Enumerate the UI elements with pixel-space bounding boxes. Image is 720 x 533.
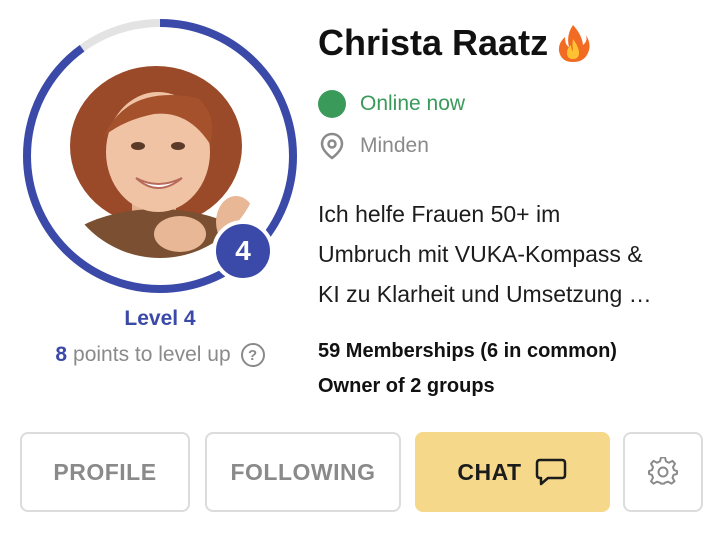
bio-line: Umbruch mit VUKA-Kompass &: [318, 241, 643, 267]
location-text: Minden: [360, 134, 429, 157]
points-to-level-up: 8 points to level up ?: [20, 343, 300, 367]
points-text: points to level up: [73, 343, 231, 366]
following-button[interactable]: FOLLOWING: [205, 432, 401, 512]
avatar-container[interactable]: 4: [22, 18, 298, 294]
location-pin-icon: [320, 132, 344, 160]
bio-line: Ich helfe Frauen 50+ im: [318, 201, 561, 227]
profile-bio: Ich helfe Frauen 50+ im Umbruch mit VUKA…: [318, 194, 708, 314]
online-status: Online now: [318, 90, 465, 118]
bio-line: KI zu Klarheit und Umsetzung …: [318, 281, 652, 307]
settings-button[interactable]: [623, 432, 703, 512]
profile-name-row: Christa Raatz: [318, 22, 590, 64]
online-status-text: Online now: [360, 92, 466, 115]
gear-icon: [648, 457, 678, 485]
chat-bubble-icon: [535, 458, 566, 486]
memberships-count: 59 Memberships (6 in common): [318, 340, 617, 362]
level-label: Level 4: [124, 307, 196, 330]
profile-button[interactable]: PROFILE: [20, 432, 190, 512]
location: Minden: [318, 132, 429, 160]
fire-icon: [558, 25, 590, 62]
online-indicator-icon: [318, 90, 346, 118]
chat-button[interactable]: CHAT: [415, 432, 610, 512]
profile-name: Christa Raatz: [318, 22, 549, 63]
owner-groups-count: Owner of 2 groups: [318, 375, 495, 397]
points-value: 8: [55, 343, 68, 366]
help-icon[interactable]: ?: [240, 343, 265, 367]
chat-button-label: CHAT: [457, 458, 522, 485]
level-badge: 4: [212, 220, 274, 282]
